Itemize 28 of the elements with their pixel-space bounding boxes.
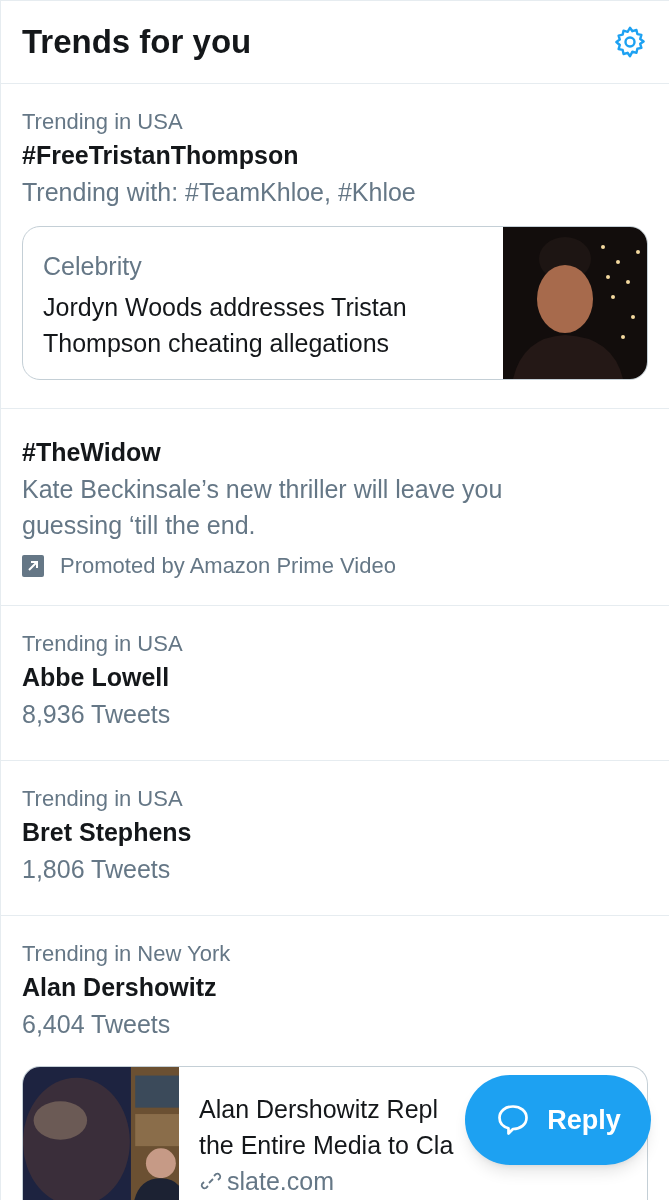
- trend-item[interactable]: Trending in USA Bret Stephens 1,806 Tweets: [1, 761, 669, 916]
- card-headline: the Entire Media to Cla: [199, 1130, 454, 1161]
- trend-context: Trending in USA: [22, 785, 184, 813]
- trend-detail: 8,936 Tweets: [22, 699, 172, 730]
- trend-name: Abbe Lowell: [22, 662, 171, 693]
- trend-name: #TheWidow: [22, 437, 162, 468]
- trend-context: Trending in USA: [22, 630, 184, 658]
- promoted-icon: [22, 555, 44, 577]
- trend-description: Kate Beckinsale’s new thriller will leave you guessing ‘till the end.: [22, 474, 504, 541]
- panel-title: Trends for you: [22, 22, 252, 63]
- news-card[interactable]: Celebrity Jordyn Woods addresses Tristan Thompson cheating allegations: [22, 226, 648, 380]
- trend-name: Bret Stephens: [22, 817, 193, 848]
- trend-context: Trending in New York: [22, 940, 232, 968]
- trend-name: Alan Dershowitz: [22, 972, 218, 1003]
- trend-item[interactable]: Trending in USA #FreeTristanThompson Trending with: #TeamKhloe, #Khloe Celebrity Jordyn Woods addresses Tristan Thompson cheating allegations: [1, 84, 669, 409]
- card-headline: Jordyn Woods addresses Tristan Thompson cheating allegations: [43, 292, 408, 359]
- card-headline: Alan Dershowitz Repl: [199, 1094, 438, 1125]
- settings-icon[interactable]: [612, 24, 648, 60]
- trend-detail: 6,404 Tweets: [22, 1009, 172, 1040]
- trend-name: #FreeTristanThompson: [22, 140, 300, 171]
- trend-item[interactable]: Trending in USA Abbe Lowell 8,936 Tweets: [1, 606, 669, 761]
- card-category: Celebrity: [43, 251, 143, 281]
- promoter-text: Promoted by Amazon Prime Video: [60, 552, 396, 580]
- trend-context: Trending in USA: [22, 108, 184, 136]
- promoted-trend[interactable]: #TheWidow Kate Beckinsale’s new thriller will leave you guessing ‘till the end. Promoted by Amazon Prime Video: [1, 409, 669, 606]
- trend-detail: Trending with: #TeamKhloe, #Khloe: [22, 177, 417, 208]
- card-link[interactable]: slate.com: [227, 1163, 334, 1199]
- trend-detail: 1,806 Tweets: [22, 854, 172, 885]
